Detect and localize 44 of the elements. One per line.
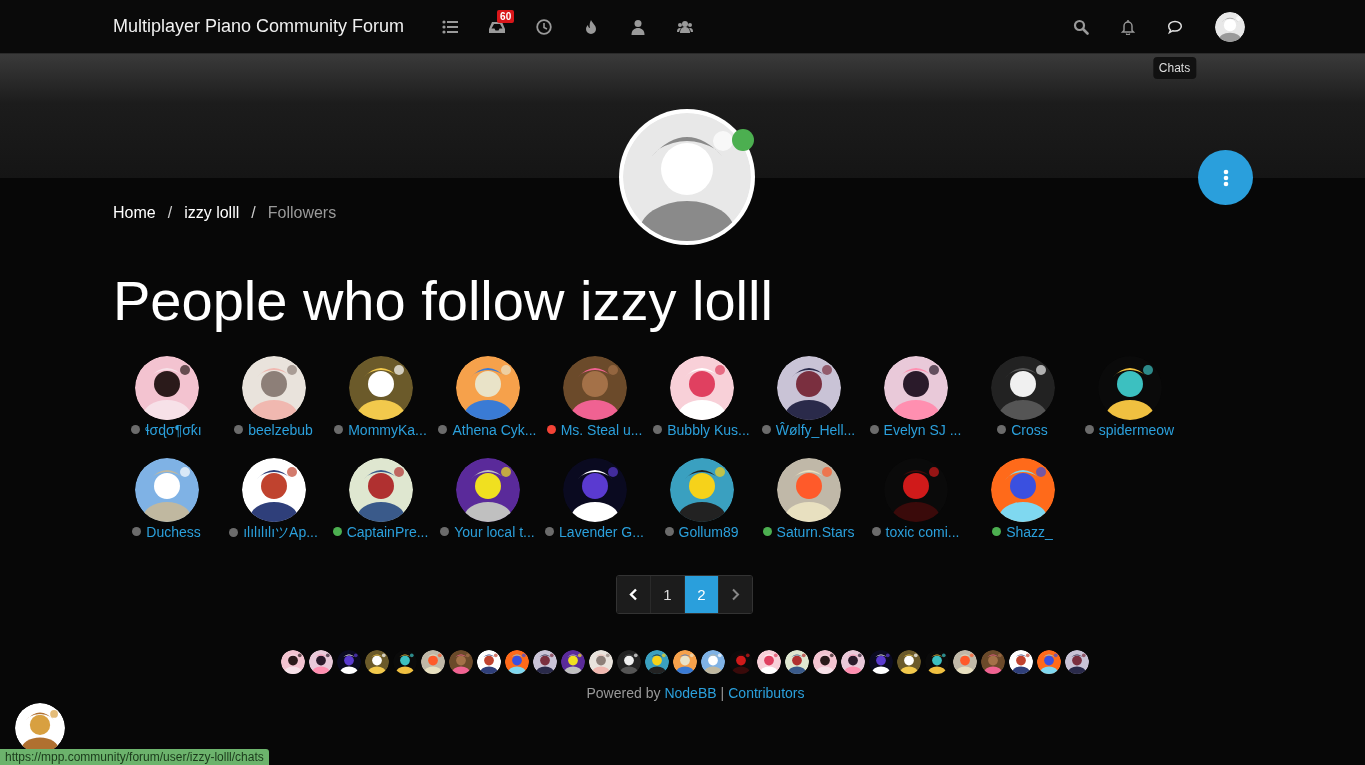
breadcrumb-link[interactable]: Home — [113, 204, 156, 222]
forum-title[interactable]: Multiplayer Piano Community Forum — [113, 16, 405, 37]
nodebb-link[interactable]: NodeBB — [664, 684, 717, 701]
chevron-left-icon — [629, 587, 638, 601]
search-icon[interactable] — [1072, 18, 1089, 35]
breadcrumb-separator: / — [251, 204, 256, 222]
page-heading: People who follow izzy lolll — [113, 270, 774, 332]
username-link[interactable]: Lavender G... — [559, 523, 644, 540]
username-link[interactable]: spidermeow — [1098, 421, 1175, 438]
clock-icon[interactable] — [535, 18, 552, 35]
chat-icon[interactable] — [1166, 18, 1183, 35]
user-icon[interactable] — [629, 18, 646, 35]
username-link[interactable]: Athena Cyk... — [452, 421, 537, 438]
username-link[interactable]: CaptainPre... — [346, 523, 429, 540]
list-icon[interactable] — [441, 18, 458, 35]
username-link[interactable]: Gollum89 — [678, 523, 739, 540]
previous-page-button[interactable] — [617, 575, 651, 613]
page-button[interactable]: 1 — [651, 575, 685, 613]
username-link[interactable]: Shazz_ — [1006, 523, 1053, 540]
username-link[interactable]: Your local t... — [454, 523, 535, 540]
username-link[interactable]: toxic comi... — [885, 523, 960, 540]
username-link[interactable]: ɬσɖσ¶σƙı — [145, 421, 202, 438]
users-icon[interactable] — [676, 18, 693, 35]
breadcrumb-separator: / — [167, 204, 173, 222]
notification-badge: 60 — [497, 9, 515, 23]
username-link[interactable]: Bubbly Kus... — [667, 421, 750, 438]
username-link[interactable]: Ms. Steal u... — [560, 421, 643, 438]
footer-separator: | — [720, 684, 725, 701]
username-link[interactable]: Ŵølfy_Hell... — [775, 421, 856, 438]
username-link[interactable]: beelzebub — [248, 421, 313, 438]
contributors-link[interactable]: Contributors — [728, 684, 805, 701]
status-url: https://mpp.community/forum/user/izzy-lolll/chats — [0, 749, 269, 765]
breadcrumb-link[interactable]: izzy lolll — [184, 204, 240, 222]
chevron-right-icon — [731, 587, 740, 601]
more-icon — [1222, 168, 1229, 187]
footer-text: Powered by — [586, 684, 661, 701]
bell-icon[interactable] — [1119, 18, 1136, 35]
username-link[interactable]: MommyKa... — [348, 421, 427, 438]
username-link[interactable]: Saturn.Stars — [776, 523, 855, 540]
username-link[interactable]: Duchess — [146, 523, 201, 540]
breadcrumb-current: Followers — [267, 204, 337, 222]
username-link[interactable]: Cross — [1011, 421, 1048, 438]
username-link[interactable]: Evelyn SJ ... — [883, 421, 962, 438]
username-link[interactable]: ılılılılıツAp... — [243, 523, 318, 542]
